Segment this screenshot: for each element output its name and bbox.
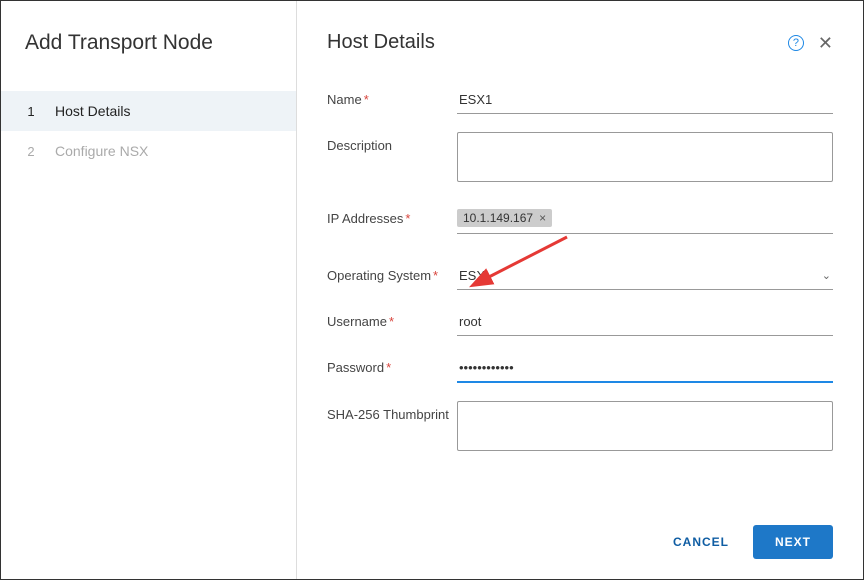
os-value: ESXI [459,268,822,283]
panel-header: Host Details ? ✕ [327,31,833,54]
help-icon[interactable]: ? [788,35,804,51]
host-details-form: Name Description IP Addresses 10.1.149.1… [327,86,833,513]
password-label: Password [327,354,457,377]
ip-chip: 10.1.149.167 × [457,209,552,227]
header-actions: ? ✕ [788,35,833,51]
cancel-button[interactable]: CANCEL [667,527,735,557]
step-configure-nsx[interactable]: 2 Configure NSX [1,131,296,171]
ip-addresses-input[interactable]: 10.1.149.167 × [457,205,833,234]
password-input[interactable] [457,354,833,383]
main-panel: Host Details ? ✕ Name Description IP Ad [297,1,863,579]
wizard-title: Add Transport Node [1,31,296,91]
ip-label: IP Addresses [327,205,457,228]
step-host-details[interactable]: 1 Host Details [1,91,296,131]
name-input[interactable] [457,86,833,114]
name-label: Name [327,86,457,109]
thumbprint-label: SHA-256 Thumbprint [327,401,457,424]
chevron-down-icon: ⌄ [822,269,831,282]
step-label: Configure NSX [55,143,148,159]
ip-chip-text: 10.1.149.167 [463,211,533,225]
ip-chip-remove-icon[interactable]: × [539,211,546,225]
wizard-footer: CANCEL NEXT [327,513,833,559]
os-label: Operating System [327,262,457,285]
panel-title: Host Details [327,31,435,54]
description-label: Description [327,132,457,155]
step-label: Host Details [55,103,130,119]
description-textarea[interactable] [457,132,833,182]
wizard-sidebar: Add Transport Node 1 Host Details 2 Conf… [1,1,297,579]
next-button[interactable]: NEXT [753,525,833,559]
thumbprint-textarea[interactable] [457,401,833,451]
add-transport-node-modal: Add Transport Node 1 Host Details 2 Conf… [0,0,864,580]
username-input[interactable] [457,308,833,336]
username-label: Username [327,308,457,331]
step-number: 2 [25,144,37,159]
os-select[interactable]: ESXI ⌄ [457,262,833,290]
close-icon[interactable]: ✕ [818,36,833,50]
step-number: 1 [25,104,37,119]
